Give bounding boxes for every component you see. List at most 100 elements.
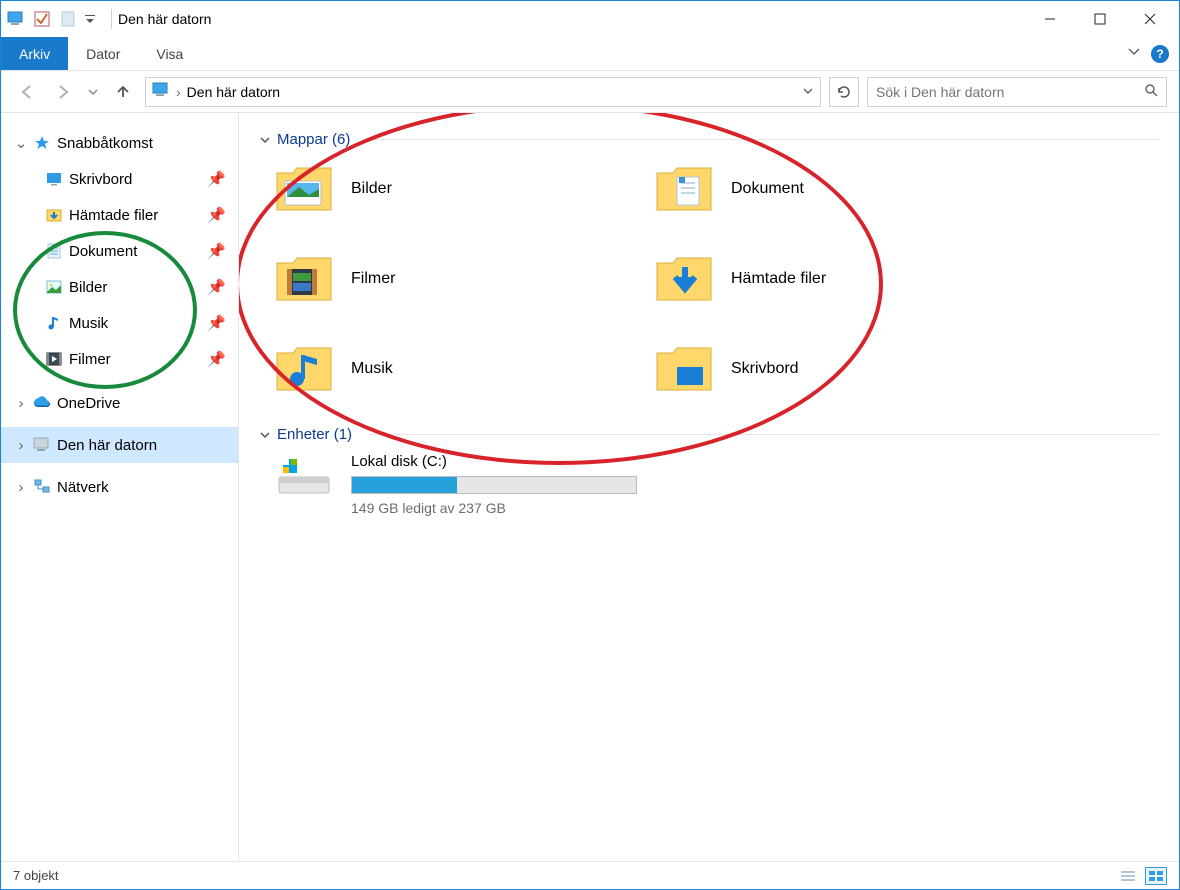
chevron-down-icon[interactable] [1127, 45, 1141, 62]
up-button[interactable] [109, 78, 137, 106]
document-icon [45, 242, 63, 260]
folder-hamtade[interactable]: Hämtade filer [653, 248, 1033, 310]
section-header-drives[interactable]: Enheter (1) [259, 426, 1159, 443]
star-icon [33, 134, 51, 152]
quick-access-toolbar [5, 8, 97, 30]
breadcrumb-sep-icon: › [176, 84, 181, 100]
window-title: Den här datorn [118, 11, 211, 27]
page-icon[interactable] [57, 8, 79, 30]
title-bar: Den här datorn [1, 1, 1179, 37]
folder-label: Bilder [351, 180, 392, 198]
address-bar[interactable]: › Den här datorn [145, 77, 821, 107]
desktop-icon [45, 170, 63, 188]
tab-dator[interactable]: Dator [68, 37, 138, 70]
sidebar-item-musik[interactable]: Musik 📌 [1, 305, 238, 341]
separator-icon [368, 139, 1159, 140]
pictures-icon [45, 278, 63, 296]
sidebar-item-label: Musik [69, 315, 108, 332]
window-controls [1025, 2, 1175, 36]
section-title: Mappar (6) [277, 131, 350, 148]
pin-icon[interactable]: 📌 [207, 314, 226, 332]
sidebar-item-dokument[interactable]: Dokument 📌 [1, 233, 238, 269]
sidebar-item-label: Hämtade filer [69, 207, 158, 224]
chevron-right-icon[interactable]: › [15, 437, 27, 454]
chevron-down-icon[interactable]: ⌄ [15, 134, 27, 152]
pc-icon [33, 436, 51, 454]
pc-icon [152, 82, 170, 101]
sidebar-item-quick-access[interactable]: ⌄ Snabbåtkomst [1, 125, 238, 161]
folder-videos-icon [273, 254, 335, 304]
back-button[interactable] [13, 78, 41, 106]
pin-icon[interactable]: 📌 [207, 242, 226, 260]
qat-menu-icon[interactable] [83, 8, 97, 30]
tab-arkiv[interactable]: Arkiv [1, 37, 68, 70]
sidebar-item-network[interactable]: › Nätverk [1, 469, 238, 505]
checkbox-icon[interactable] [31, 8, 53, 30]
pin-icon[interactable]: 📌 [207, 170, 226, 188]
videos-icon [45, 350, 63, 368]
chevron-right-icon[interactable]: › [15, 479, 27, 496]
sidebar-item-onedrive[interactable]: › OneDrive [1, 385, 238, 421]
pin-icon[interactable]: 📌 [207, 350, 226, 368]
folder-documents-icon [653, 164, 715, 214]
details-view-button[interactable] [1117, 867, 1139, 885]
explorer-window: Den här datorn Arkiv Dator Visa ? › Den … [0, 0, 1180, 890]
sidebar-item-this-pc[interactable]: › Den här datorn [1, 427, 238, 463]
help-button[interactable]: ? [1151, 45, 1169, 63]
sidebar-item-filmer[interactable]: Filmer 📌 [1, 341, 238, 377]
drive-icon [273, 453, 335, 501]
sidebar-item-bilder[interactable]: Bilder 📌 [1, 269, 238, 305]
folder-label: Dokument [731, 180, 804, 198]
search-input[interactable] [876, 84, 1136, 100]
search-box[interactable] [867, 77, 1167, 107]
chevron-down-icon [259, 429, 271, 441]
folder-music-icon [273, 344, 335, 394]
folder-bilder[interactable]: Bilder [273, 158, 653, 220]
separator-icon [111, 9, 112, 29]
pin-icon[interactable]: 📌 [207, 206, 226, 224]
drive-free-text: 149 GB ledigt av 237 GB [351, 500, 637, 516]
forward-button[interactable] [49, 78, 77, 106]
content-pane: Mappar (6) Bilder Dokument [239, 113, 1179, 861]
chevron-down-icon [259, 134, 271, 146]
folder-label: Hämtade filer [731, 270, 826, 288]
drive-usage-bar [351, 476, 637, 494]
tiles-view-button[interactable] [1145, 867, 1167, 885]
sidebar-item-label: Den här datorn [57, 437, 157, 454]
search-icon[interactable] [1144, 83, 1158, 100]
folder-musik[interactable]: Musik [273, 338, 653, 400]
close-button[interactable] [1125, 2, 1175, 36]
status-bar: 7 objekt [1, 861, 1179, 889]
section-header-folders[interactable]: Mappar (6) [259, 131, 1159, 148]
folder-label: Filmer [351, 270, 395, 288]
sidebar-item-label: Dokument [69, 243, 137, 260]
refresh-button[interactable] [829, 77, 859, 107]
download-icon [45, 206, 63, 224]
minimize-button[interactable] [1025, 2, 1075, 36]
drive-name: Lokal disk (C:) [351, 453, 637, 470]
folders-grid: Bilder Dokument Filmer [273, 158, 1159, 400]
folder-downloads-icon [653, 254, 715, 304]
maximize-button[interactable] [1075, 2, 1125, 36]
sidebar-item-label: Filmer [69, 351, 111, 368]
body: ⌄ Snabbåtkomst Skrivbord 📌 Hämtade filer… [1, 113, 1179, 861]
pin-icon[interactable]: 📌 [207, 278, 226, 296]
folder-skrivbord[interactable]: Skrivbord [653, 338, 1033, 400]
sidebar-item-skrivbord[interactable]: Skrivbord 📌 [1, 161, 238, 197]
network-icon [33, 478, 51, 496]
drive-c[interactable]: Lokal disk (C:) 149 GB ledigt av 237 GB [273, 453, 1159, 516]
drive-info: Lokal disk (C:) 149 GB ledigt av 237 GB [351, 453, 637, 516]
pc-icon[interactable] [5, 8, 27, 30]
chevron-down-icon[interactable] [802, 84, 814, 100]
folder-label: Skrivbord [731, 360, 799, 378]
cloud-icon [33, 394, 51, 412]
folder-filmer[interactable]: Filmer [273, 248, 653, 310]
sidebar-item-hamtade[interactable]: Hämtade filer 📌 [1, 197, 238, 233]
chevron-right-icon[interactable]: › [15, 395, 27, 412]
nav-bar: › Den här datorn [1, 71, 1179, 113]
folder-dokument[interactable]: Dokument [653, 158, 1033, 220]
breadcrumb[interactable]: Den här datorn [187, 84, 280, 100]
tab-visa[interactable]: Visa [138, 37, 201, 70]
folder-label: Musik [351, 360, 393, 378]
recent-locations-button[interactable] [85, 78, 101, 106]
